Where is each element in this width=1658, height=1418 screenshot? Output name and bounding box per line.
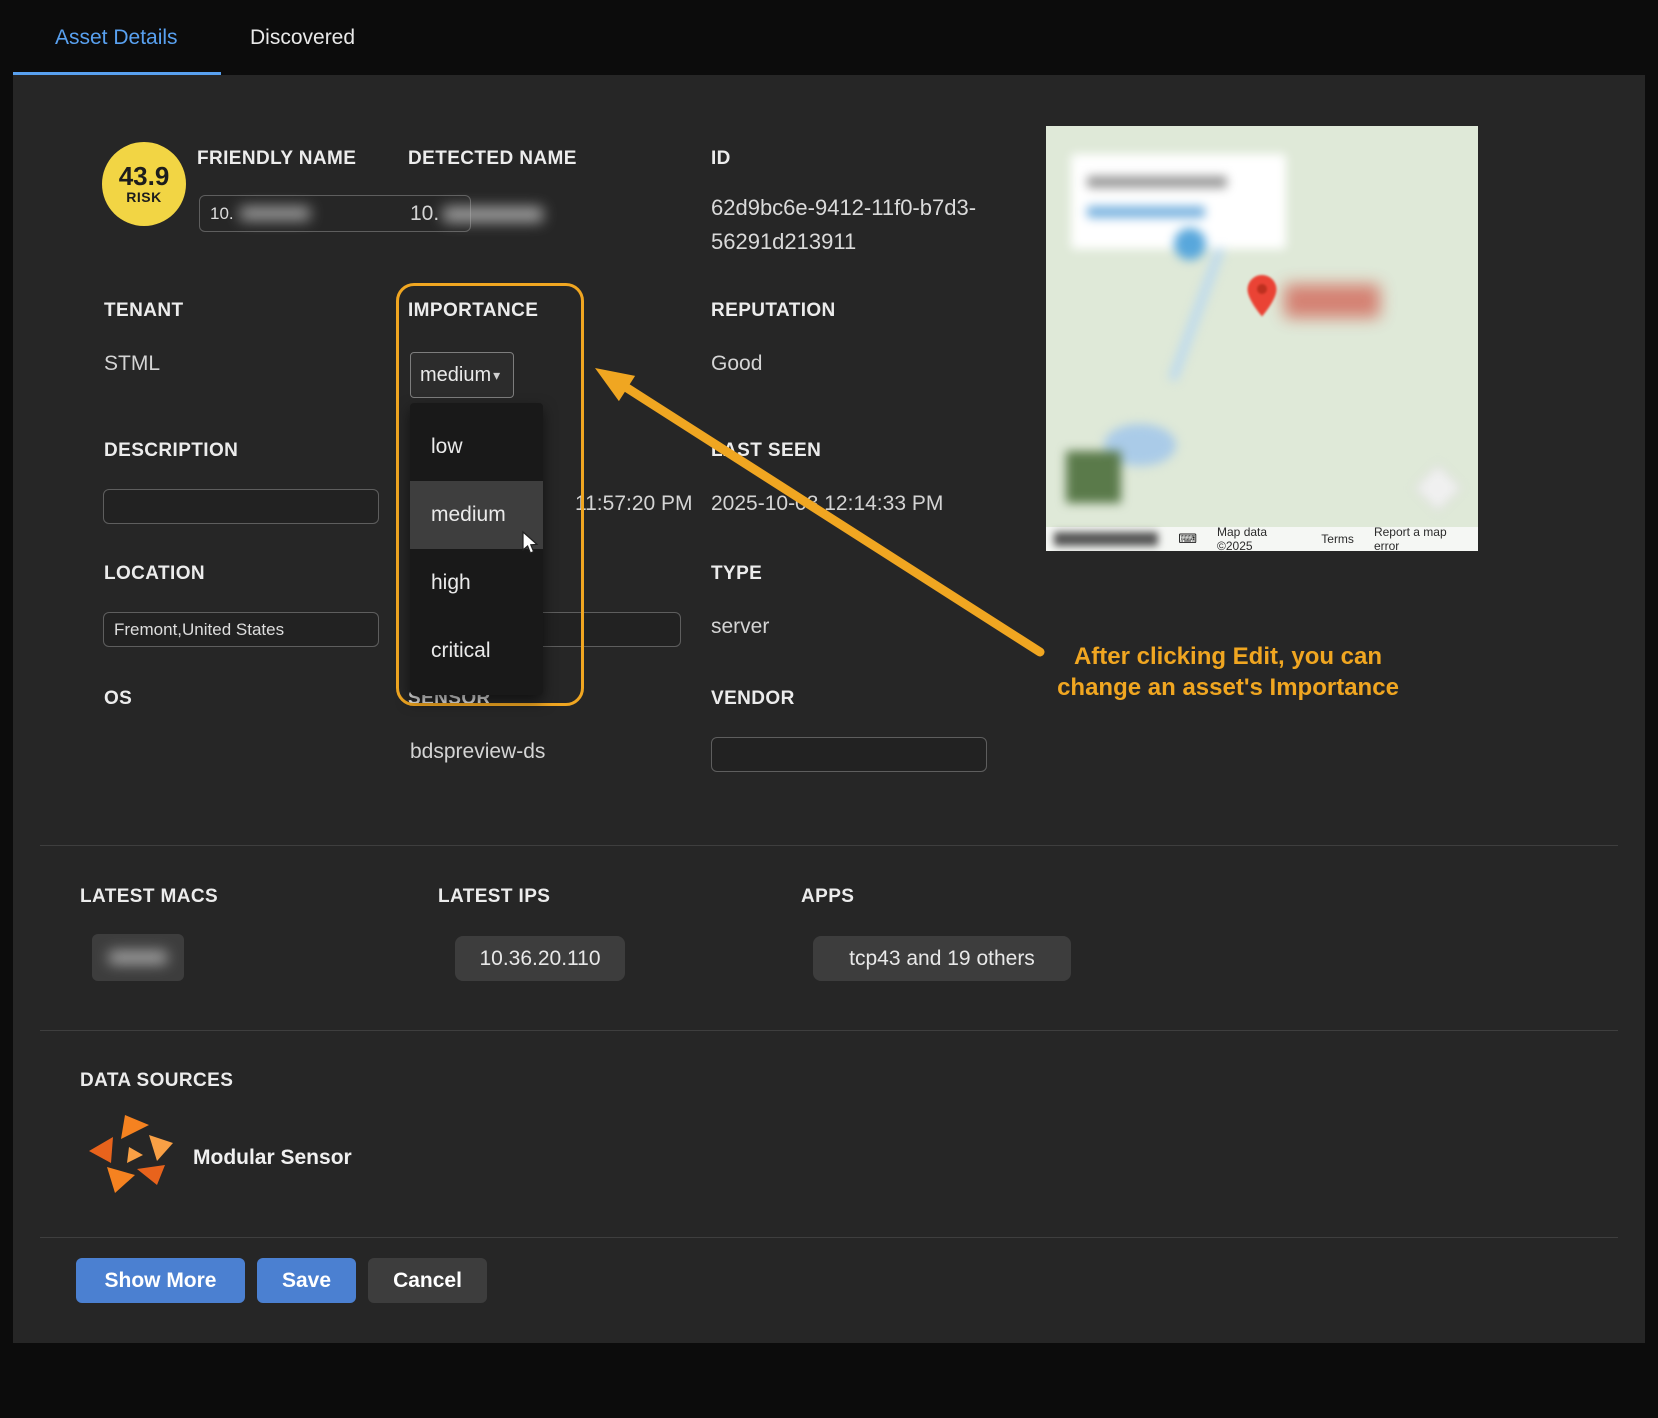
apps-chip[interactable]: tcp43 and 19 others <box>813 936 1071 981</box>
friendly-name-value: 10. <box>210 204 234 224</box>
risk-score-badge: 43.9 RISK <box>102 142 186 226</box>
asset-details-panel: 43.9 RISK FRIENDLY NAME 10. DETECTED NAM… <box>13 75 1645 1343</box>
map-poi-dot <box>1174 228 1206 260</box>
cancel-button[interactable]: Cancel <box>368 1258 487 1303</box>
tenant-label: TENANT <box>104 300 183 322</box>
tab-bar: Asset Details Discovered <box>0 0 1658 75</box>
redacted-text <box>1087 176 1227 188</box>
redacted-text <box>443 207 543 222</box>
vendor-input[interactable] <box>711 737 987 772</box>
last-seen-label: LAST SEEN <box>711 440 821 462</box>
detected-name-value: 10. <box>410 202 543 226</box>
redacted-text <box>1054 532 1158 546</box>
map-park <box>1066 451 1121 503</box>
redacted-text <box>109 951 167 964</box>
id-label: ID <box>711 148 731 170</box>
section-divider <box>40 1030 1618 1031</box>
reputation-label: REPUTATION <box>711 300 836 322</box>
map-attribution-bar: ⌨ Map data ©2025 Terms Report a map erro… <box>1046 527 1478 551</box>
vendor-label: VENDOR <box>711 688 795 710</box>
risk-score-label: RISK <box>126 189 161 205</box>
importance-dropdown-menu: low medium high critical <box>410 403 543 695</box>
type-value: server <box>711 615 769 639</box>
sensor-value: bdspreview-ds <box>410 740 545 764</box>
location-label: LOCATION <box>104 563 205 585</box>
redacted-link <box>1087 206 1205 218</box>
importance-selected-value: medium <box>420 364 491 387</box>
map-terms-link[interactable]: Terms <box>1321 532 1354 546</box>
friendly-name-label: FRIENDLY NAME <box>197 148 356 170</box>
importance-label: IMPORTANCE <box>408 300 538 322</box>
location-map[interactable]: ⌨ Map data ©2025 Terms Report a map erro… <box>1046 126 1478 551</box>
last-seen-value: 2025-10-03 12:14:33 PM <box>711 492 943 516</box>
detected-name-visible: 10. <box>410 202 439 226</box>
latest-ips-chip[interactable]: 10.36.20.110 <box>455 936 625 981</box>
section-divider <box>40 845 1618 846</box>
data-source-item: Modular Sensor <box>193 1146 352 1170</box>
data-sources-label: DATA SOURCES <box>80 1070 233 1092</box>
location-input[interactable] <box>103 612 379 647</box>
importance-option-critical[interactable]: critical <box>410 617 543 685</box>
tab-discovered[interactable]: Discovered <box>250 0 355 75</box>
redacted-text <box>240 207 310 220</box>
section-divider <box>40 1237 1618 1238</box>
map-report-error-link[interactable]: Report a map error <box>1374 525 1470 551</box>
importance-select[interactable]: medium ▾ <box>410 352 514 398</box>
tab-asset-details[interactable]: Asset Details <box>55 0 178 75</box>
map-imagery <box>1046 126 1478 551</box>
latest-ips-label: LATEST IPS <box>438 886 550 908</box>
importance-option-high[interactable]: high <box>410 549 543 617</box>
map-control <box>1414 464 1462 512</box>
description-label: DESCRIPTION <box>104 440 238 462</box>
show-more-button[interactable]: Show More <box>76 1258 245 1303</box>
redacted-place-name <box>1284 284 1380 318</box>
tenant-value: STML <box>104 352 160 376</box>
latest-macs-chip[interactable] <box>92 934 184 981</box>
save-button[interactable]: Save <box>257 1258 356 1303</box>
latest-macs-label: LATEST MACS <box>80 886 218 908</box>
importance-option-medium[interactable]: medium <box>410 481 543 549</box>
first-seen-value-partial: 11:57:20 PM <box>575 492 693 516</box>
map-pin-icon <box>1246 274 1278 318</box>
map-data-attribution: Map data ©2025 <box>1217 525 1301 551</box>
map-road <box>1168 247 1224 382</box>
keyboard-shortcuts-icon[interactable]: ⌨ <box>1178 531 1197 547</box>
os-label: OS <box>104 688 132 710</box>
importance-option-low[interactable]: low <box>410 413 543 481</box>
annotation-text: After clicking Edit, you can change an a… <box>1038 641 1418 703</box>
modular-sensor-icon <box>85 1113 177 1195</box>
detected-name-label: DETECTED NAME <box>408 148 577 170</box>
type-label: TYPE <box>711 563 762 585</box>
reputation-value: Good <box>711 352 762 376</box>
risk-score-value: 43.9 <box>119 163 170 189</box>
chevron-down-icon: ▾ <box>493 367 500 384</box>
id-value: 62d9bc6e-9412-11f0-b7d3-56291d213911 <box>711 191 979 259</box>
apps-label: APPS <box>801 886 854 908</box>
description-input[interactable] <box>103 489 379 524</box>
